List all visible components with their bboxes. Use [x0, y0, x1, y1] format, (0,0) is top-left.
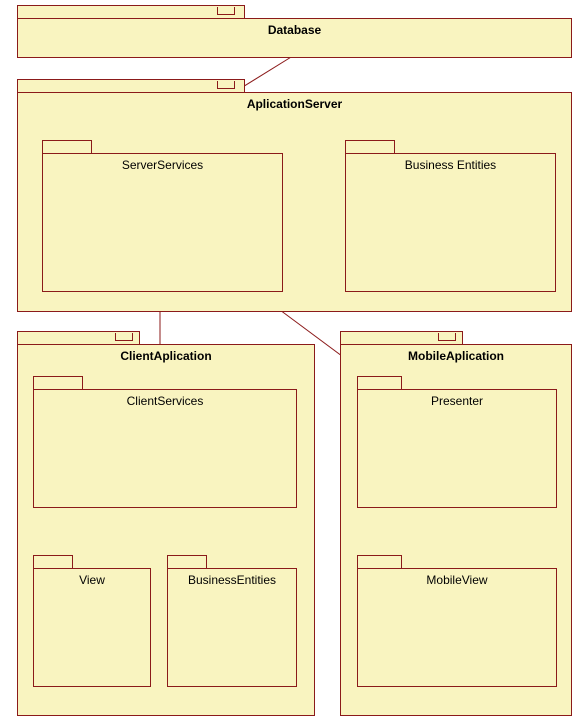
package-presenter-label: Presenter — [358, 390, 556, 412]
package-application-server-label: AplicationServer — [18, 93, 571, 115]
package-business-entities-label: Business Entities — [346, 154, 555, 176]
package-business-entities-inner-label: BusinessEntities — [168, 569, 296, 591]
package-view-label: View — [34, 569, 150, 591]
package-mobile-application-label: MobileAplication — [341, 345, 571, 367]
package-client-services-label: ClientServices — [34, 390, 296, 412]
package-mobile-view-label: MobileView — [358, 569, 556, 591]
package-client-application-label: ClientAplication — [18, 345, 314, 367]
package-database-label: Database — [18, 19, 571, 41]
package-server-services-label: ServerServices — [43, 154, 282, 176]
